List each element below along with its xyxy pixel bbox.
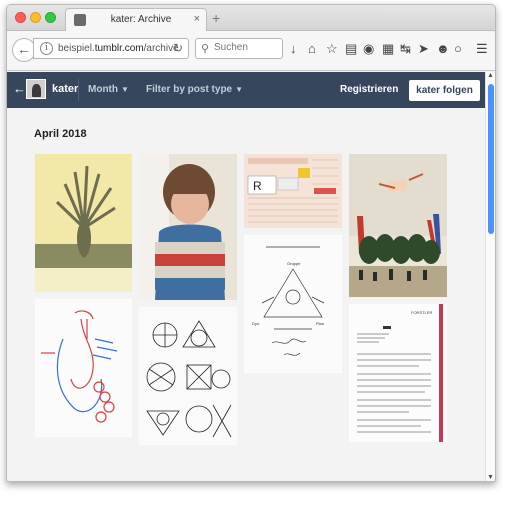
svg-text:FORSTLER: FORSTLER — [411, 310, 432, 315]
browser-window: kater: Archive × + ← i beispiel.tumblr.c… — [6, 4, 496, 482]
post-thumbnail-geometric-drawings[interactable] — [139, 307, 237, 445]
vertical-scrollbar[interactable]: ▲ ▼ — [485, 72, 495, 481]
close-window-button[interactable] — [15, 12, 26, 23]
clipboard-icon[interactable]: ▤ — [345, 41, 357, 57]
tab-kater-archive[interactable]: kater: Archive × — [65, 8, 207, 31]
chevron-down-icon: ▼ — [121, 85, 129, 94]
post-thumbnail-letter-document[interactable]: FORSTLER — [349, 304, 447, 442]
info-icon[interactable]: i — [40, 42, 53, 55]
zoom-window-button[interactable] — [45, 12, 56, 23]
scroll-up-icon[interactable]: ▲ — [487, 72, 494, 79]
menu-icon[interactable]: ☰ — [476, 41, 488, 57]
blog-header: ← kater Month ▼ Filter by post type ▼ Regi… — [7, 72, 485, 108]
avatar[interactable] — [26, 79, 46, 99]
scrollbar-thumb[interactable] — [488, 84, 494, 234]
post-thumbnail-triangle-diagram[interactable]: Gruppe Dyn. Plan — [244, 235, 342, 373]
section-title: April 2018 — [34, 128, 87, 140]
follow-button[interactable]: kater folgen — [409, 80, 480, 101]
tab-strip: kater: Archive × + — [7, 5, 495, 31]
divider — [78, 79, 79, 101]
send-icon[interactable]: ➤ — [418, 41, 429, 57]
post-thumbnail-balloon-painting[interactable] — [349, 154, 447, 297]
navigation-bar: ← i beispiel.tumblr.com/archive ↻ ⚲ ↓ ⌂ … — [7, 31, 495, 71]
search-bar[interactable]: ⚲ — [195, 38, 283, 59]
search-icon: ⚲ — [201, 43, 210, 55]
month-dropdown[interactable]: Month ▼ — [88, 84, 129, 95]
search-input[interactable] — [214, 42, 280, 53]
register-link[interactable]: Registrieren — [340, 84, 398, 95]
svg-text:Plan: Plan — [316, 321, 324, 326]
tab-title: kater: Archive — [110, 14, 172, 25]
minimize-window-button[interactable] — [30, 12, 41, 23]
post-type-filter-dropdown[interactable]: Filter by post type ▼ — [146, 84, 243, 95]
page-content: ← kater Month ▼ Filter by post type ▼ Regi… — [7, 72, 485, 481]
svg-text:Dyn.: Dyn. — [252, 321, 260, 326]
chevron-down-icon: ▼ — [235, 85, 244, 94]
svg-text:R: R — [253, 179, 262, 193]
sync-icon[interactable]: ↹ — [400, 41, 411, 57]
svg-text:Gruppe: Gruppe — [287, 261, 301, 266]
bookmark-star-icon[interactable]: ☆ — [326, 41, 338, 57]
url-text: beispiel.tumblr.com/archive — [58, 43, 179, 54]
reload-icon[interactable]: ↻ — [173, 41, 183, 55]
favicon-icon — [74, 14, 86, 26]
reader-icon[interactable]: ▦ — [382, 41, 394, 57]
blog-name[interactable]: kater — [52, 83, 78, 95]
new-tab-icon[interactable]: + — [212, 10, 220, 26]
post-thumbnail-postal-form[interactable]: R — [244, 154, 342, 228]
home-icon[interactable]: ⌂ — [308, 41, 316, 57]
post-thumbnail-child-photo[interactable] — [139, 154, 237, 300]
pocket-icon[interactable]: ◉ — [363, 41, 374, 57]
emoji-icon[interactable]: ☻ — [436, 41, 450, 57]
url-bar[interactable]: i beispiel.tumblr.com/archive ↻ — [33, 38, 189, 59]
chat-icon[interactable]: ○ — [454, 41, 462, 57]
back-arrow-icon[interactable]: ← — [13, 81, 26, 96]
scroll-down-icon[interactable]: ▼ — [487, 474, 494, 481]
post-thumbnail-plant-print[interactable] — [35, 154, 132, 292]
tab-close-icon[interactable]: × — [194, 13, 200, 25]
post-thumbnail-heart-sketch[interactable] — [35, 299, 132, 437]
download-icon[interactable]: ↓ — [290, 41, 297, 57]
